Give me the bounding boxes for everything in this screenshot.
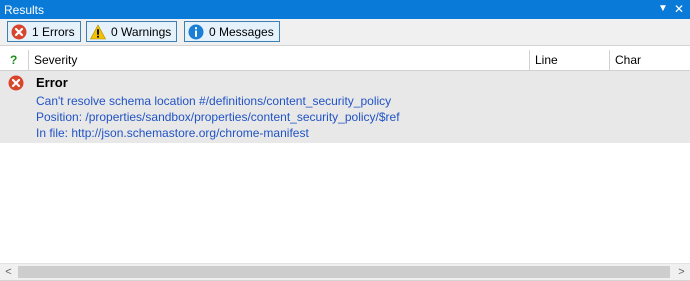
result-file: In file: http://json.schemastore.org/chr… <box>36 126 309 140</box>
scroll-left-button[interactable]: < <box>0 264 17 281</box>
warnings-filter-label: 0 Warnings <box>111 24 172 39</box>
panel-options-button[interactable]: ▼ <box>656 1 670 17</box>
error-icon <box>11 24 27 40</box>
char-column-header[interactable]: Char <box>610 50 690 70</box>
scrollbar-thumb[interactable] <box>18 266 670 278</box>
messages-filter-button[interactable]: 0 Messages <box>184 21 280 42</box>
results-toolbar: 1 Errors 0 Warnings 0 Messages <box>0 19 690 46</box>
messages-filter-label: 0 Messages <box>209 24 274 39</box>
scroll-right-button[interactable]: > <box>673 264 690 281</box>
info-icon <box>188 24 204 40</box>
warning-icon <box>90 23 106 40</box>
result-severity: Error <box>36 75 68 90</box>
result-row[interactable]: Error Can't resolve schema location #/de… <box>0 71 690 143</box>
line-column-header[interactable]: Line <box>530 50 610 70</box>
panel-title: Results <box>4 3 45 17</box>
panel-close-button[interactable]: ✕ <box>672 1 686 17</box>
horizontal-scrollbar[interactable]: < > <box>0 263 690 281</box>
status-column-header[interactable]: ? <box>0 50 29 70</box>
severity-column-header[interactable]: Severity <box>29 50 530 70</box>
warnings-filter-button[interactable]: 0 Warnings <box>86 21 178 42</box>
results-grid-header: ? Severity Line Char <box>0 50 690 71</box>
error-icon <box>8 75 24 91</box>
result-position: Position: /properties/sandbox/properties… <box>36 110 400 124</box>
errors-filter-label: 1 Errors <box>32 24 75 39</box>
results-titlebar: Results ▼ ✕ <box>0 0 690 19</box>
errors-filter-button[interactable]: 1 Errors <box>7 21 81 42</box>
result-message: Can't resolve schema location #/definiti… <box>36 94 392 108</box>
